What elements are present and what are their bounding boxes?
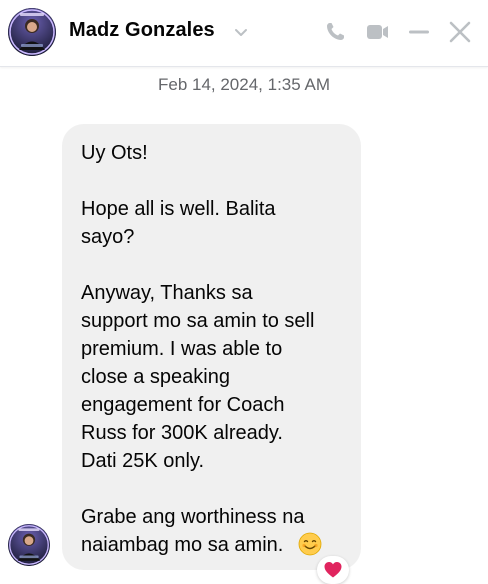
chevron-down-icon[interactable] [233, 24, 249, 40]
phone-icon[interactable] [321, 18, 349, 46]
video-icon[interactable] [363, 18, 391, 46]
message-timestamp: Feb 14, 2024, 1:35 AM [157, 75, 330, 94]
heart-icon [324, 562, 342, 578]
minimize-icon[interactable] [405, 18, 433, 46]
heart-reaction-badge[interactable] [317, 556, 349, 584]
close-icon[interactable] [446, 18, 474, 46]
sender-avatar[interactable] [8, 524, 50, 566]
contact-name[interactable]: Madz Gonzales [69, 19, 215, 42]
chat-header: Madz Gonzales [0, 0, 488, 67]
contact-avatar[interactable] [8, 8, 56, 56]
smiling-face-emoji-icon [298, 532, 322, 556]
message-text: Uy Ots! Hope all is well. Balita sayo? A… [81, 142, 315, 556]
